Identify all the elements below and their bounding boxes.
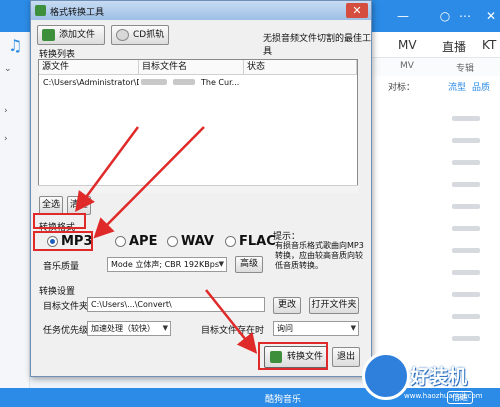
annotation-arrows — [75, 126, 258, 354]
arrow-to-convert — [205, 289, 258, 354]
watermark-url: www.haozhuangji.com — [404, 392, 483, 400]
arrow-to-mp3 — [93, 126, 205, 239]
arrow-to-format — [75, 126, 140, 213]
watermark-text: 好装机 — [410, 366, 468, 388]
watermark-logo-icon — [362, 352, 410, 400]
